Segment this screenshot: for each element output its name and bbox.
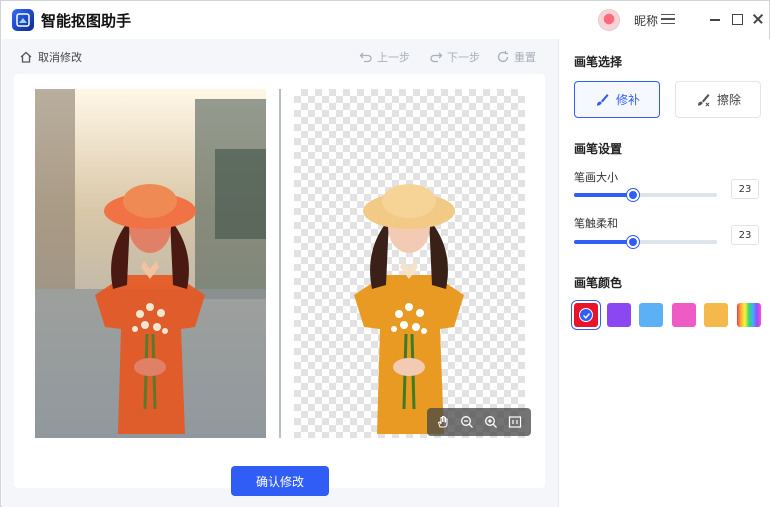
reset-button[interactable]: 重置 xyxy=(496,49,536,65)
avatar[interactable] xyxy=(598,9,620,31)
brush-size-handle[interactable] xyxy=(626,189,639,201)
color-swatch[interactable] xyxy=(574,303,598,327)
color-swatch[interactable] xyxy=(736,303,761,327)
undo-label: 上一步 xyxy=(377,51,410,64)
undo-icon xyxy=(359,52,372,63)
brush-erase-button[interactable]: 擦除 xyxy=(675,81,761,118)
brush-size-fill xyxy=(574,193,633,197)
home-icon xyxy=(20,51,32,63)
cancel-edit-button[interactable]: 取消修改 xyxy=(19,49,82,65)
reset-label: 重置 xyxy=(514,51,536,64)
app-logo-icon xyxy=(12,9,34,31)
cancel-edit-label: 取消修改 xyxy=(38,51,82,64)
brush-settings-title: 画笔设置 xyxy=(574,142,623,156)
confirm-edit-button[interactable]: 确认修改 xyxy=(231,466,329,496)
brush-select-title: 画笔选择 xyxy=(574,55,623,69)
cutout-person xyxy=(354,184,464,434)
user-nickname[interactable]: 昵称 xyxy=(634,12,658,29)
color-swatch[interactable] xyxy=(639,303,663,327)
cutout-preview[interactable] xyxy=(294,89,525,438)
maximize-button[interactable] xyxy=(729,11,745,27)
brush-repair-label: 修补 xyxy=(615,93,640,107)
color-swatch[interactable] xyxy=(671,303,696,327)
check-icon xyxy=(579,308,593,322)
brush-softness-slider[interactable] xyxy=(574,236,717,248)
brush-size-value[interactable]: 23 xyxy=(731,179,759,199)
brush-size-label: 笔画大小 xyxy=(574,171,618,184)
canvas-card xyxy=(14,74,545,488)
editor-area: 取消修改 上一步 下一步 重置 确认修改 xyxy=(2,39,558,507)
brush-color-title: 画笔颜色 xyxy=(574,276,623,290)
hand-icon[interactable] xyxy=(434,413,452,431)
brush-icon xyxy=(596,93,609,106)
zoom-in-icon[interactable] xyxy=(482,413,500,431)
eraser-icon xyxy=(697,93,710,106)
undo-button[interactable]: 上一步 xyxy=(359,49,410,65)
redo-button[interactable]: 下一步 xyxy=(429,49,480,65)
app-window: 智能抠图助手 昵称 取消修改 上一步 下一步 重置 确认修改 画笔选择 修补 擦… xyxy=(0,0,770,507)
brush-size-slider[interactable] xyxy=(574,189,717,201)
fit-icon[interactable] xyxy=(506,413,524,431)
menu-icon[interactable] xyxy=(661,11,675,27)
brush-softness-handle[interactable] xyxy=(626,236,639,248)
reset-icon xyxy=(497,51,509,63)
title-bar: 智能抠图助手 昵称 xyxy=(1,1,769,39)
color-swatch[interactable] xyxy=(704,303,728,327)
brush-softness-label: 笔触柔和 xyxy=(574,217,618,230)
redo-label: 下一步 xyxy=(447,51,480,64)
zoom-out-icon[interactable] xyxy=(458,413,476,431)
brush-softness-fill xyxy=(574,240,633,244)
close-button[interactable] xyxy=(750,11,766,27)
brush-panel: 画笔选择 修补 擦除 画笔设置 笔画大小 23 笔触柔和 23 画笔颜色 xyxy=(558,39,770,507)
color-swatch[interactable] xyxy=(606,303,631,327)
brush-softness-value[interactable]: 23 xyxy=(731,225,759,245)
zoom-toolbar xyxy=(427,408,531,436)
divider-line[interactable] xyxy=(279,89,281,438)
original-photo[interactable] xyxy=(35,89,266,438)
redo-icon xyxy=(430,52,443,63)
brush-repair-button[interactable]: 修补 xyxy=(574,81,660,118)
app-title: 智能抠图助手 xyxy=(41,12,132,30)
minimize-button[interactable] xyxy=(707,11,723,27)
brush-erase-label: 擦除 xyxy=(716,93,741,107)
